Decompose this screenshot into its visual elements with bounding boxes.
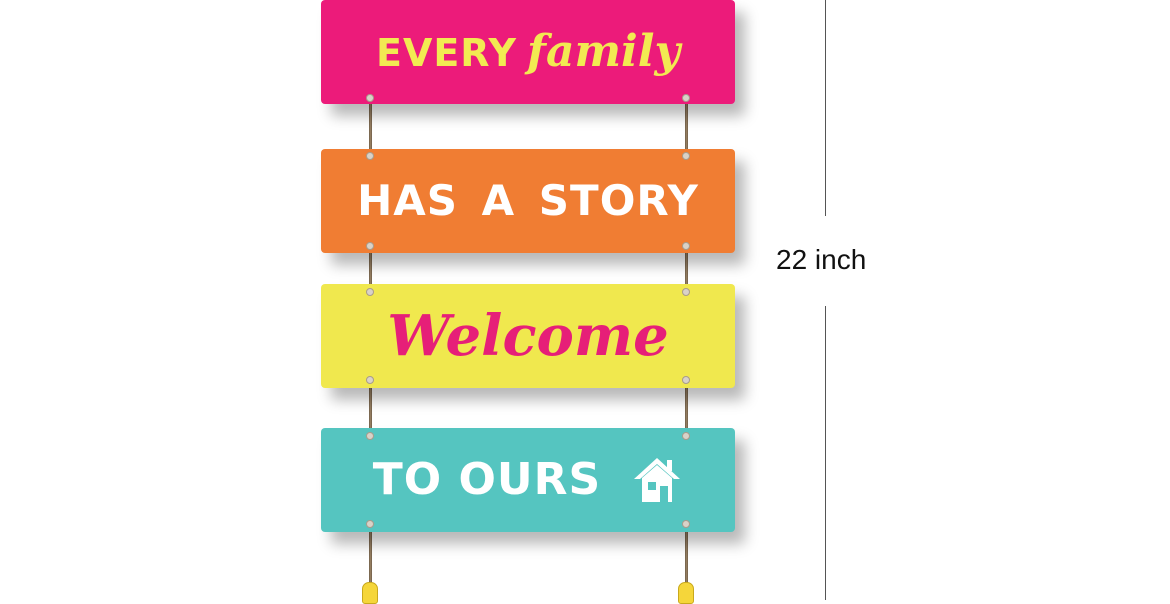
board-text: HAS A STORY bbox=[357, 176, 699, 225]
hole bbox=[366, 242, 374, 250]
hole bbox=[366, 376, 374, 384]
dimension-line-bottom bbox=[825, 306, 826, 600]
hole bbox=[682, 288, 690, 296]
board-text: TO OURS bbox=[372, 454, 602, 505]
board-content: TO OURS bbox=[373, 454, 683, 506]
hole bbox=[366, 152, 374, 160]
hook-left bbox=[362, 582, 378, 604]
board-text-family: family bbox=[527, 26, 681, 77]
sign-board-welcome: Welcome bbox=[321, 284, 735, 388]
hole bbox=[682, 152, 690, 160]
rope-right-bottom bbox=[685, 524, 688, 584]
hole bbox=[366, 520, 374, 528]
sign-board-has-a-story: HAS A STORY bbox=[321, 149, 735, 253]
sign-board-to-ours: TO OURS bbox=[321, 428, 735, 532]
hole bbox=[682, 432, 690, 440]
hole bbox=[682, 94, 690, 102]
house-icon bbox=[634, 458, 681, 502]
hole bbox=[366, 288, 374, 296]
sign-board-every-family: EVERY family bbox=[321, 0, 735, 104]
dimension-label: 22 inch bbox=[776, 244, 867, 275]
product-image: EVERYfamily HAS A STORY Welcome TO OURS bbox=[0, 0, 1170, 604]
board-text: Welcome bbox=[387, 303, 669, 369]
hole bbox=[366, 94, 374, 102]
hole bbox=[682, 520, 690, 528]
hole bbox=[366, 432, 374, 440]
hole bbox=[682, 376, 690, 384]
board-text-every: EVERY bbox=[375, 31, 518, 75]
hook-right bbox=[678, 582, 694, 604]
dimension-line-top bbox=[825, 0, 826, 216]
hole bbox=[682, 242, 690, 250]
board-text: EVERY family bbox=[376, 30, 680, 74]
rope-left-bottom bbox=[369, 524, 372, 584]
